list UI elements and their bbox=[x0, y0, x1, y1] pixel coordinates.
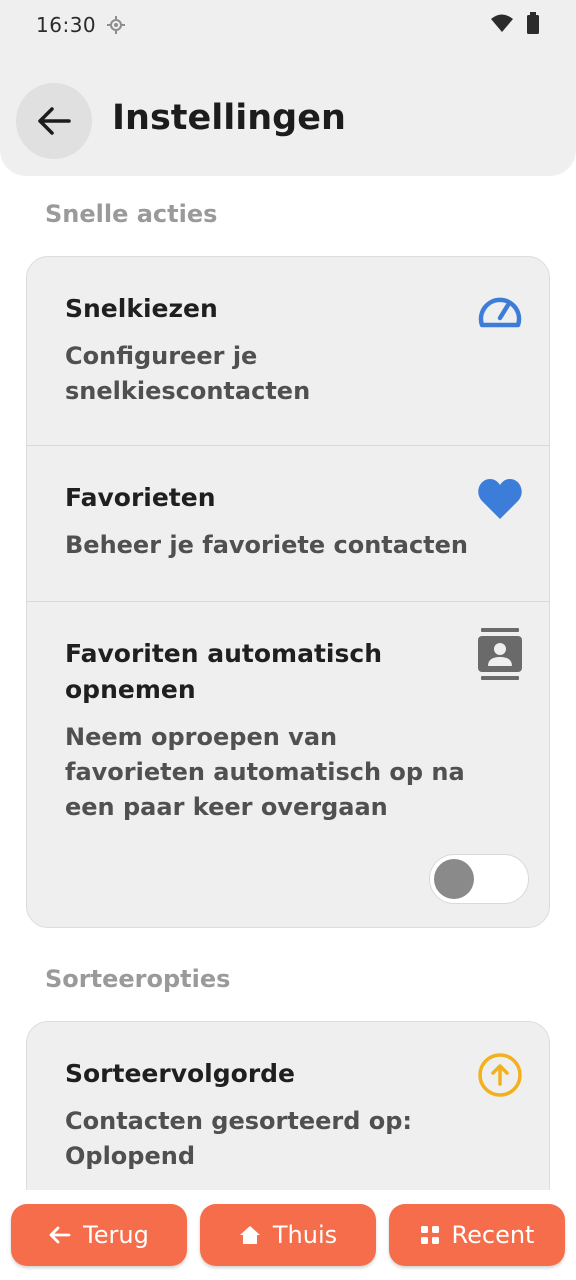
setting-item-snelkiezen[interactable]: Snelkiezen Configureer je snelkiescontac… bbox=[27, 257, 549, 446]
contact-card-icon bbox=[477, 628, 523, 684]
page-title: Instellingen bbox=[112, 98, 346, 138]
setting-item-favorieten[interactable]: Favorieten Beheer je favoriete contacten bbox=[27, 446, 549, 602]
nav-recent-label: Recent bbox=[451, 1221, 535, 1249]
setting-title: Favoriten automatisch opnemen bbox=[65, 639, 382, 704]
arrow-up-circle-icon bbox=[477, 1052, 523, 1102]
setting-title: Favorieten bbox=[65, 483, 216, 512]
arrow-left-icon bbox=[38, 107, 71, 135]
setting-subtitle: Contacten gesorteerd op: Oplopend bbox=[65, 1107, 413, 1170]
setting-subtitle: Beheer je favoriete contacten bbox=[65, 531, 469, 559]
section-title-sorteeropties: Sorteeropties bbox=[45, 965, 231, 993]
setting-subtitle: Neem oproepen van favorieten automatisch… bbox=[65, 723, 465, 821]
auto-answer-toggle[interactable] bbox=[429, 854, 529, 904]
app-bar: Instellingen bbox=[0, 50, 576, 176]
setting-title: Snelkiezen bbox=[65, 294, 218, 323]
battery-icon bbox=[526, 12, 540, 38]
setting-subtitle: Configureer je snelkiescontacten bbox=[65, 342, 311, 405]
nav-back-label: Terug bbox=[83, 1221, 149, 1249]
setting-title: Sorteervolgorde bbox=[65, 1059, 295, 1088]
heart-icon bbox=[477, 478, 523, 524]
setting-item-auto-answer[interactable]: Favoriten automatisch opnemen Neem oproe… bbox=[27, 602, 549, 927]
wifi-icon bbox=[490, 13, 514, 37]
nav-home-label: Thuis bbox=[272, 1221, 338, 1249]
status-time: 16:30 bbox=[36, 13, 97, 37]
section-title-snelle-acties: Snelle acties bbox=[45, 200, 218, 228]
arrow-left-icon bbox=[49, 1226, 71, 1244]
nav-back-button[interactable]: Terug bbox=[11, 1204, 187, 1266]
location-icon bbox=[106, 15, 126, 35]
speedometer-icon bbox=[477, 291, 523, 333]
bottom-navigation: Terug Thuis Recent bbox=[0, 1190, 576, 1280]
toggle-knob bbox=[434, 859, 474, 899]
nav-home-button[interactable]: Thuis bbox=[200, 1204, 376, 1266]
home-icon bbox=[239, 1226, 260, 1244]
back-button[interactable] bbox=[16, 83, 92, 159]
status-bar: 16:30 bbox=[0, 0, 576, 50]
nav-recent-button[interactable]: Recent bbox=[389, 1204, 565, 1266]
grid-icon bbox=[420, 1226, 439, 1244]
quick-actions-card: Snelkiezen Configureer je snelkiescontac… bbox=[26, 256, 550, 928]
